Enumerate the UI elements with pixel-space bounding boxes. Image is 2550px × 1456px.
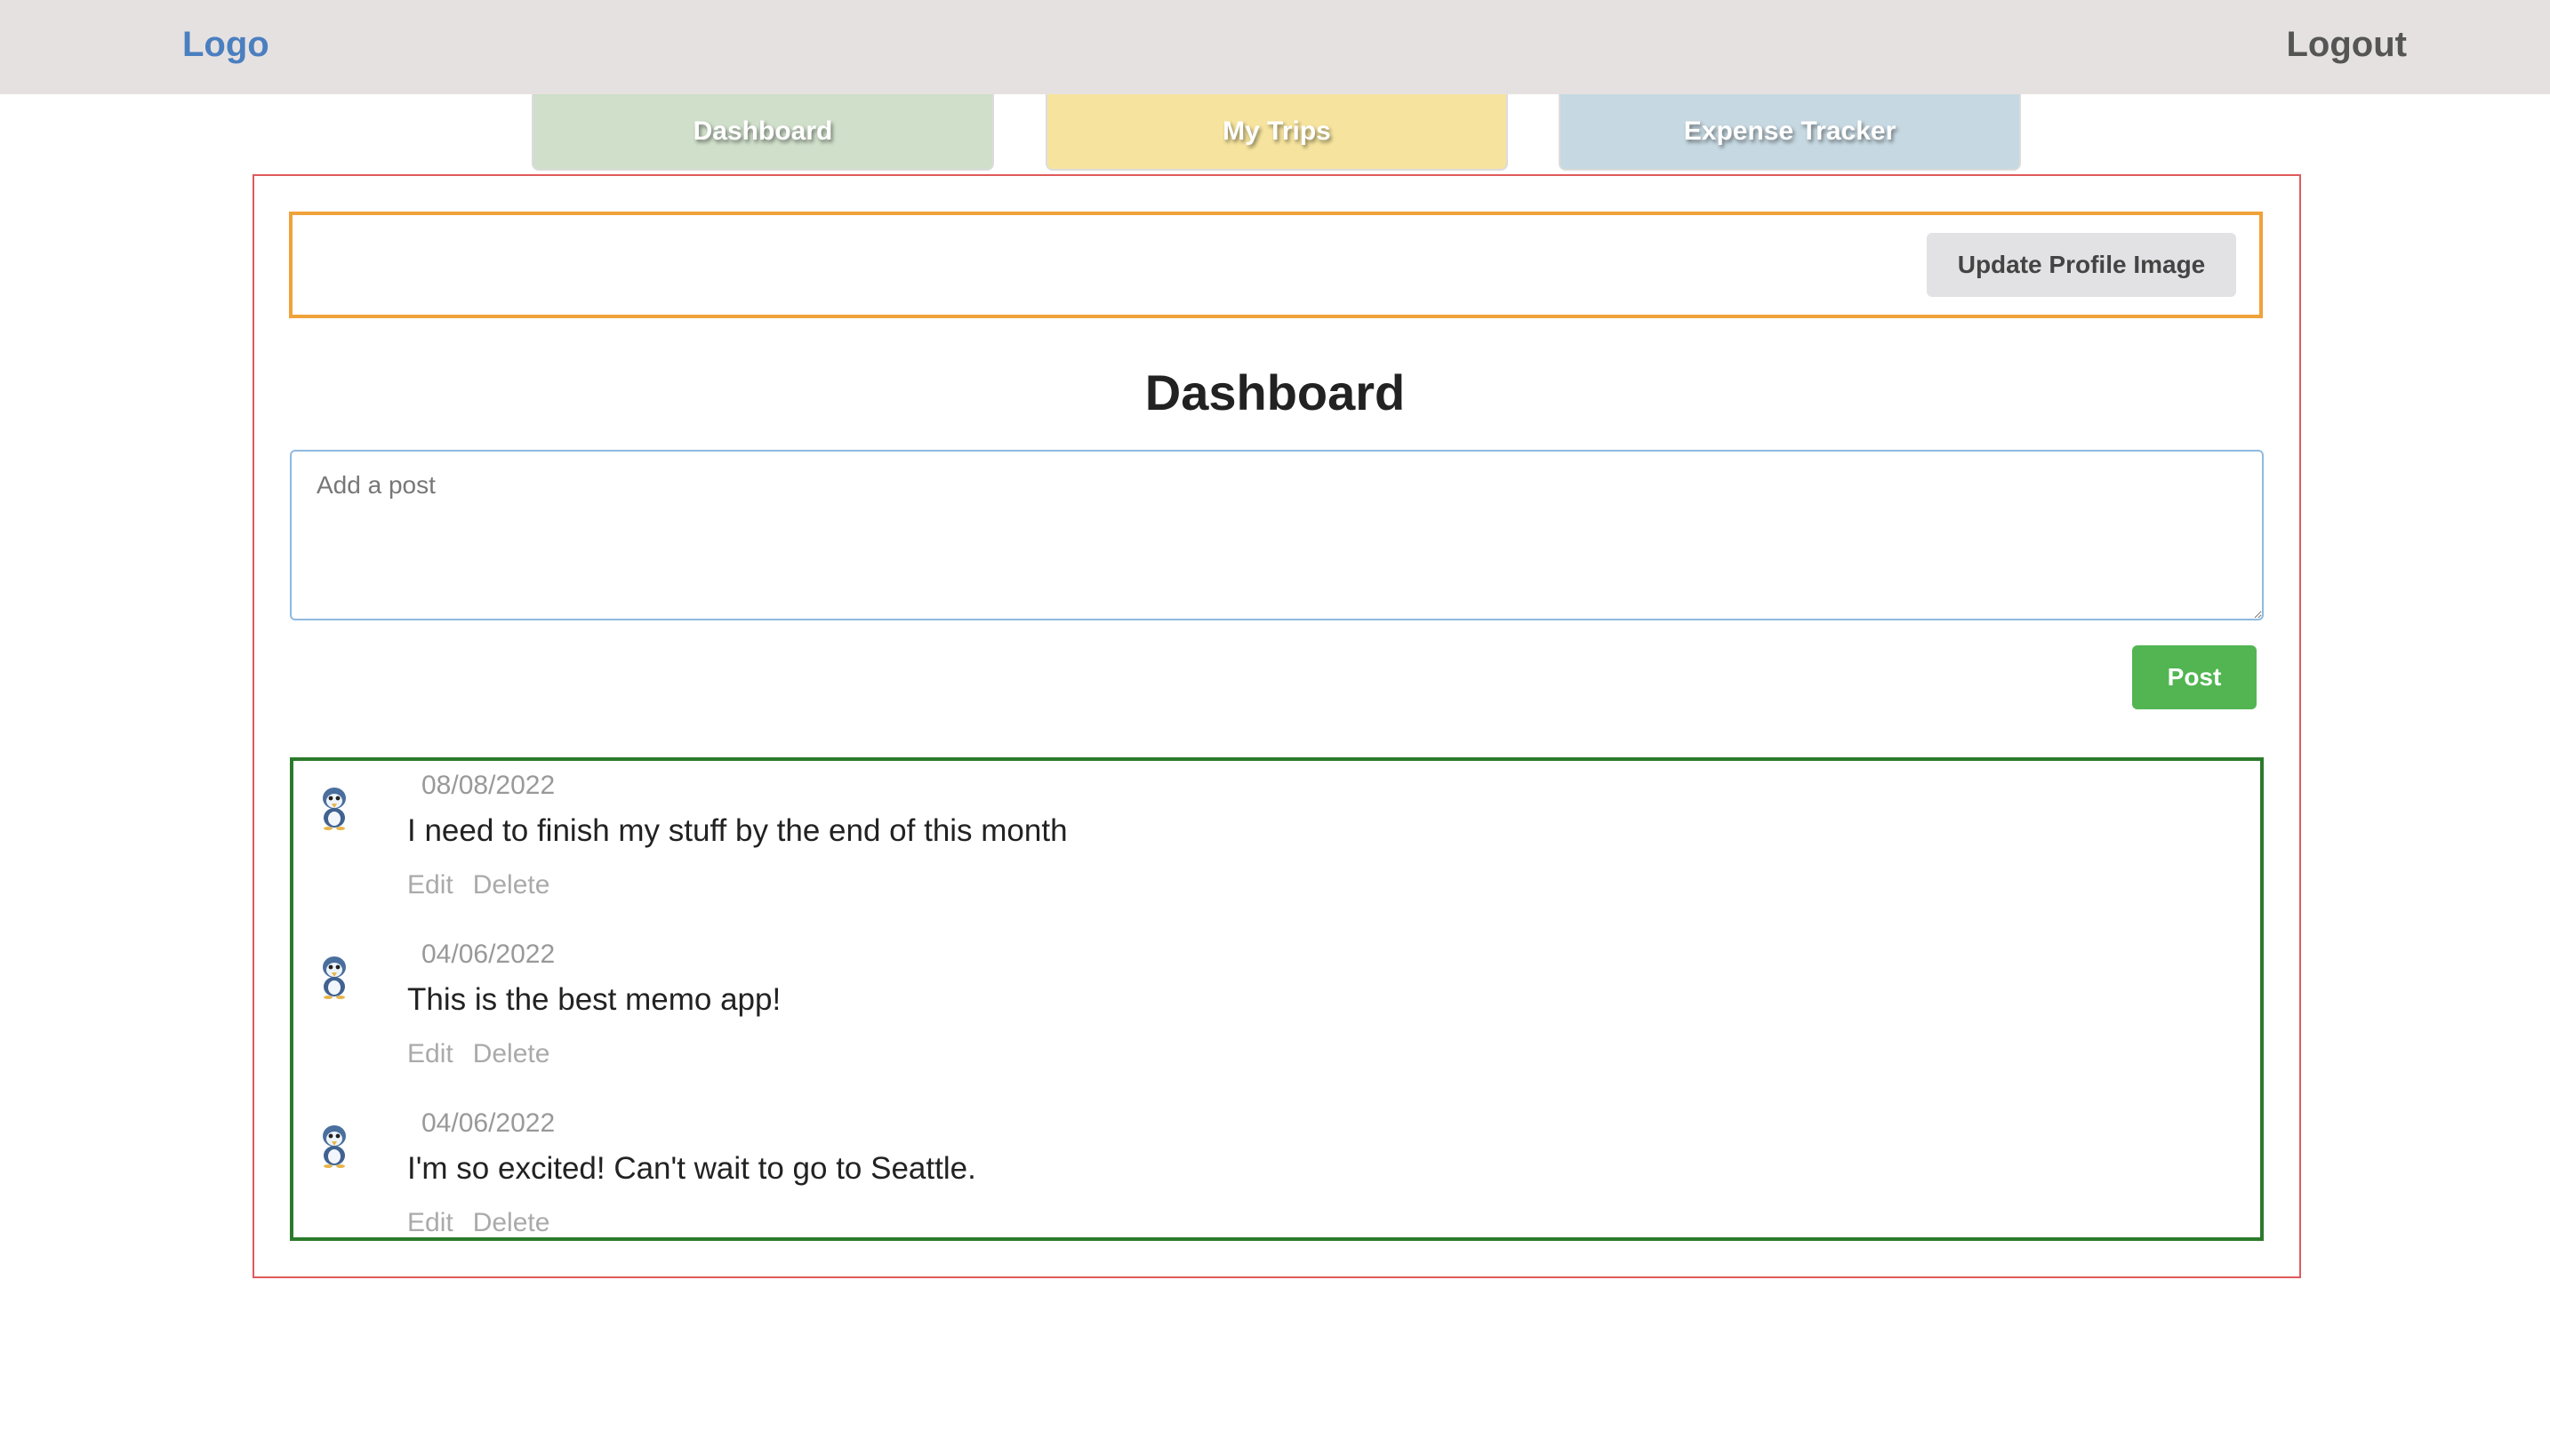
add-post-textarea[interactable]	[290, 450, 2264, 620]
tab-expense-tracker[interactable]: Expense Tracker	[1559, 94, 2021, 171]
post-text: I'm so excited! Can't wait to go to Seat…	[407, 1151, 976, 1186]
page-title: Dashboard	[1144, 364, 1406, 420]
edit-post-button[interactable]: Edit	[407, 870, 453, 900]
penguin-avatar-icon	[323, 788, 346, 830]
post-item: 04/06/2022 This is the best memo app! Ed…	[293, 930, 2260, 1099]
post-date: 08/08/2022	[421, 771, 556, 800]
post-actions: Edit Delete	[407, 868, 569, 903]
tab-dashboard[interactable]: Dashboard	[532, 94, 994, 171]
profile-bar: Update Profile Image	[289, 212, 2263, 318]
logo-link[interactable]: Logo	[182, 20, 269, 69]
edit-post-button[interactable]: Edit	[407, 1039, 453, 1068]
post-actions: Edit Delete	[407, 1205, 569, 1237]
post-date: 04/06/2022	[421, 940, 556, 969]
post-item: 04/06/2022 I'm so excited! Can't wait to…	[293, 1099, 2260, 1237]
penguin-avatar-icon	[323, 1125, 346, 1168]
post-actions: Edit Delete	[407, 1036, 569, 1072]
top-header: Logo Logout	[0, 0, 2550, 94]
delete-post-button[interactable]: Delete	[473, 1039, 550, 1068]
post-item: 08/08/2022 I need to finish my stuff by …	[293, 761, 2260, 930]
posts-list: 08/08/2022 I need to finish my stuff by …	[290, 757, 2264, 1241]
delete-post-button[interactable]: Delete	[473, 1208, 550, 1237]
post-date: 04/06/2022	[421, 1108, 556, 1138]
penguin-avatar-icon	[323, 956, 346, 999]
logout-link[interactable]: Logout	[2287, 20, 2408, 69]
post-button[interactable]: Post	[2132, 645, 2257, 709]
delete-post-button[interactable]: Delete	[473, 870, 550, 900]
update-profile-image-button[interactable]: Update Profile Image	[1927, 233, 2236, 297]
post-text: This is the best memo app!	[407, 982, 782, 1017]
post-text: I need to finish my stuff by the end of …	[407, 813, 1068, 848]
edit-post-button[interactable]: Edit	[407, 1208, 453, 1237]
tab-my-trips[interactable]: My Trips	[1046, 94, 1508, 171]
